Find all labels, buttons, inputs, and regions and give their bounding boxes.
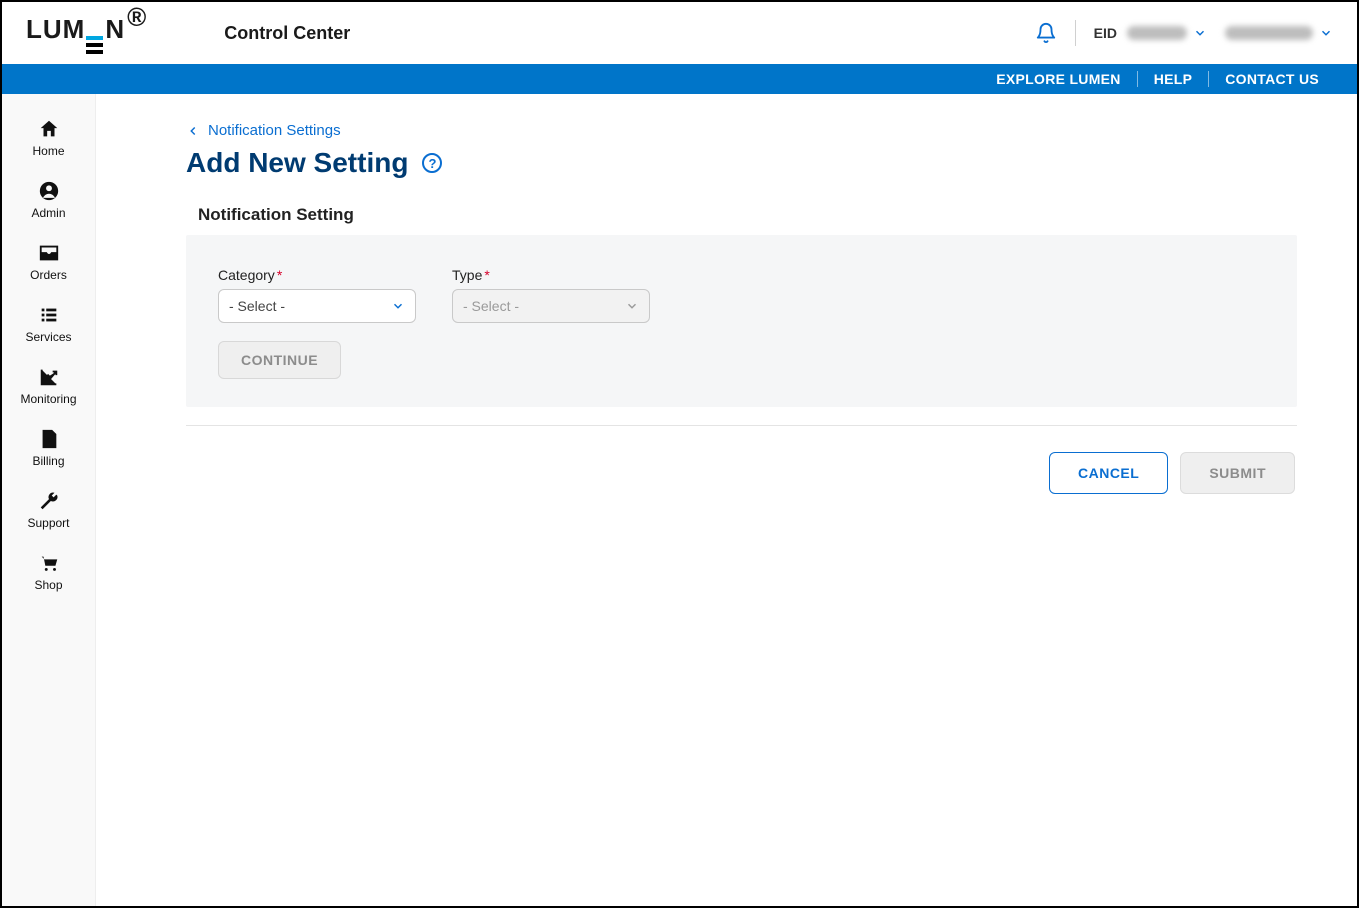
- sidebar-item-label: Support: [27, 516, 69, 530]
- nav-contact-us[interactable]: CONTACT US: [1208, 71, 1335, 87]
- cancel-button[interactable]: CANCEL: [1049, 452, 1168, 494]
- secondary-nav: EXPLORE LUMEN HELP CONTACT US: [2, 64, 1357, 94]
- main-content: Notification Settings Add New Setting ? …: [96, 94, 1357, 906]
- logo[interactable]: L U M N ®: [26, 14, 144, 52]
- sidebar-item-label: Admin: [31, 206, 65, 220]
- type-label: Type*: [452, 267, 650, 283]
- bell-icon: [1035, 22, 1057, 44]
- type-field: Type* - Select -: [452, 267, 650, 323]
- sidebar-item-label: Services: [25, 330, 71, 344]
- eid-value-redacted: [1127, 26, 1187, 40]
- cart-icon: [38, 552, 60, 574]
- sidebar-item-services[interactable]: Services: [2, 292, 95, 354]
- sidebar-item-shop[interactable]: Shop: [2, 540, 95, 602]
- chevron-down-icon: [391, 299, 405, 313]
- logo-letter: N: [105, 14, 124, 45]
- logo-letter: M: [63, 14, 85, 45]
- username-redacted: [1225, 26, 1313, 40]
- footer-actions: CANCEL SUBMIT: [186, 452, 1297, 494]
- user-dropdown[interactable]: [1225, 26, 1333, 40]
- sidebar-item-label: Monitoring: [20, 392, 76, 406]
- home-icon: [38, 118, 60, 140]
- inbox-icon: [38, 242, 60, 264]
- nav-explore-lumen[interactable]: EXPLORE LUMEN: [980, 71, 1136, 87]
- help-icon[interactable]: ?: [422, 153, 442, 173]
- chevron-down-icon: [625, 299, 639, 313]
- category-select-value: - Select -: [229, 298, 285, 314]
- required-mark: *: [484, 267, 489, 283]
- sidebar: Home Admin Orders Services Monitoring $≡…: [2, 94, 96, 906]
- sidebar-item-label: Billing: [32, 454, 64, 468]
- chevron-left-icon: [186, 124, 200, 138]
- section-divider: [186, 425, 1297, 426]
- chevron-down-icon: [1319, 26, 1333, 40]
- sidebar-item-label: Shop: [34, 578, 62, 592]
- sidebar-item-support[interactable]: Support: [2, 478, 95, 540]
- notifications-button[interactable]: [1035, 22, 1057, 44]
- logo-letter: L: [26, 14, 42, 45]
- logo-letter: U: [43, 14, 62, 45]
- category-select[interactable]: - Select -: [218, 289, 416, 323]
- sidebar-item-monitoring[interactable]: Monitoring: [2, 354, 95, 416]
- type-select: - Select -: [452, 289, 650, 323]
- page-title-row: Add New Setting ?: [186, 147, 1297, 179]
- sidebar-item-label: Orders: [30, 268, 67, 282]
- type-select-value: - Select -: [463, 298, 519, 314]
- sidebar-item-home[interactable]: Home: [2, 106, 95, 168]
- divider: [1075, 20, 1076, 46]
- header-right: EID: [1035, 20, 1333, 46]
- top-header: L U M N ® Control Center EID: [2, 2, 1357, 64]
- breadcrumb[interactable]: Notification Settings: [186, 122, 1297, 139]
- sidebar-item-admin[interactable]: Admin: [2, 168, 95, 230]
- page-title: Add New Setting: [186, 147, 408, 179]
- list-icon: [38, 304, 60, 326]
- svg-text:$≡: $≡: [46, 436, 54, 445]
- sidebar-item-billing[interactable]: $≡ Billing: [2, 416, 95, 478]
- panel-heading: Notification Setting: [198, 205, 1297, 225]
- app-title: Control Center: [224, 23, 350, 44]
- eid-label: EID: [1094, 25, 1117, 41]
- sidebar-item-orders[interactable]: Orders: [2, 230, 95, 292]
- category-label: Category*: [218, 267, 416, 283]
- chart-line-icon: [38, 366, 60, 388]
- category-field: Category* - Select -: [218, 267, 416, 323]
- registered-mark-icon: ®: [127, 2, 146, 33]
- required-mark: *: [277, 267, 282, 283]
- user-icon: [38, 180, 60, 202]
- chevron-down-icon: [1193, 26, 1207, 40]
- invoice-icon: $≡: [38, 428, 60, 450]
- notification-setting-panel: Category* - Select - Type* - Select -: [186, 235, 1297, 407]
- eid-dropdown[interactable]: EID: [1094, 25, 1207, 41]
- wrench-icon: [38, 490, 60, 512]
- nav-help[interactable]: HELP: [1137, 71, 1209, 87]
- submit-button: SUBMIT: [1180, 452, 1295, 494]
- sidebar-item-label: Home: [32, 144, 64, 158]
- continue-button: CONTINUE: [218, 341, 341, 379]
- logo-e-icon: [86, 36, 103, 54]
- breadcrumb-label: Notification Settings: [208, 122, 341, 139]
